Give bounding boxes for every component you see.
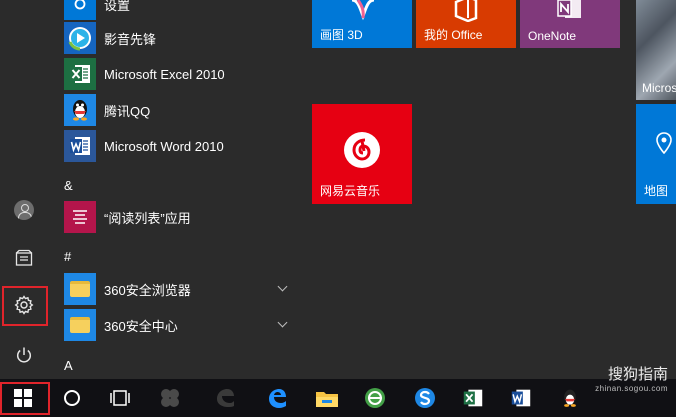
section-header-ampersand[interactable]: &: [64, 178, 73, 193]
list-item-360-browser-folder[interactable]: 360安全浏览器: [48, 271, 294, 307]
tile-label: 地图: [644, 184, 669, 198]
sogou-s-icon: [415, 388, 435, 408]
list-item-label: 360安全中心: [104, 318, 178, 334]
section-header-hash[interactable]: #: [64, 249, 71, 264]
netease-music-icon: [344, 132, 380, 168]
onenote-icon: [557, 0, 581, 18]
taskbar-pinned-app[interactable]: [155, 383, 185, 413]
list-item-label: 360安全浏览器: [104, 282, 191, 298]
chevron-down-icon: [277, 317, 288, 328]
browser-green-icon: [365, 388, 385, 408]
list-item-excel[interactable]: Microsoft Excel 2010: [48, 56, 294, 92]
user-avatar-icon: [14, 200, 34, 220]
tile-photos[interactable]: Micros: [636, 0, 676, 100]
tile-label: OneNote: [528, 29, 577, 43]
start-left-rail: [0, 0, 48, 379]
list-item-label: Microsoft Word 2010: [104, 138, 224, 154]
tile-label: 我的 Office: [424, 28, 483, 42]
tile-paint-3d[interactable]: 画图 3D: [312, 0, 412, 48]
map-pin-icon: [656, 132, 672, 154]
task-view-button[interactable]: [105, 383, 135, 413]
taskbar-green-browser[interactable]: [360, 383, 390, 413]
taskbar-word[interactable]: [506, 383, 536, 413]
section-header-a[interactable]: A: [64, 358, 73, 373]
settings-gear-icon: [64, 0, 96, 20]
taskbar-excel[interactable]: [458, 383, 488, 413]
tile-label: Micros: [642, 81, 676, 95]
folder-icon: [64, 309, 96, 341]
settings-highlight-box: [2, 286, 48, 326]
watermark-url: zhinan.sogou.com: [595, 384, 668, 393]
tile-maps[interactable]: 地图: [636, 104, 676, 204]
edge-icon: [269, 389, 286, 408]
file-explorer-icon: [316, 392, 338, 407]
reading-list-icon: [64, 201, 96, 233]
xfplay-icon: [64, 22, 96, 54]
tile-netease-music[interactable]: 网易云音乐: [312, 104, 412, 204]
list-item-label: Microsoft Excel 2010: [104, 66, 225, 82]
chevron-down-icon: [277, 281, 288, 292]
list-item-reading-list[interactable]: “阅读列表”应用: [48, 199, 294, 235]
pinned-app-icon: [161, 389, 179, 407]
list-item-qq[interactable]: 腾讯QQ: [48, 92, 294, 128]
list-item-word[interactable]: Microsoft Word 2010: [48, 128, 294, 164]
start-highlight-box: [0, 382, 50, 415]
tile-label: 网易云音乐: [320, 184, 381, 198]
paint-3d-icon: [351, 0, 375, 21]
tile-onenote[interactable]: OneNote: [520, 0, 620, 48]
power-button[interactable]: [0, 335, 48, 375]
watermark-text: 搜狗指南: [607, 366, 668, 383]
documents-icon: [15, 249, 33, 266]
excel-icon: [64, 58, 96, 90]
taskbar-sogou[interactable]: [410, 383, 440, 413]
tile-my-office[interactable]: 我的 Office: [416, 0, 516, 48]
task-view-icon: [110, 390, 130, 406]
qq-penguin-icon: [64, 94, 96, 126]
taskbar: [0, 379, 676, 417]
sogou-watermark: 搜狗指南 zhinan.sogou.com: [595, 363, 668, 393]
office-icon: [454, 0, 478, 22]
cortana-button[interactable]: [57, 383, 87, 413]
user-account-button[interactable]: [0, 190, 48, 230]
tile-area: 画图 3D 我的 Office OneNote Micros 网易云音乐 地图: [294, 0, 676, 379]
taskbar-file-explorer[interactable]: [312, 383, 342, 413]
word-icon: [64, 130, 96, 162]
qq-penguin-icon: [564, 389, 576, 407]
list-item-label: 设置: [104, 0, 131, 13]
taskbar-edge[interactable]: [262, 383, 292, 413]
list-item-label: “阅读列表”应用: [104, 210, 191, 226]
folder-icon: [64, 273, 96, 305]
list-item-label: 影音先锋: [104, 31, 157, 47]
documents-button[interactable]: [0, 238, 48, 278]
list-item-xfplay[interactable]: 影音先锋: [48, 20, 294, 56]
power-icon: [16, 347, 32, 363]
word-icon: [511, 389, 531, 407]
list-item-settings[interactable]: 设置: [48, 0, 294, 22]
excel-icon: [463, 389, 483, 407]
app-list: 设置 影音先锋 Microsoft Excel 2010 腾讯QQ Micros…: [48, 0, 294, 379]
taskbar-edge-ghost[interactable]: [210, 383, 240, 413]
edge-ghost-icon: [217, 389, 234, 407]
list-item-360-center-folder[interactable]: 360安全中心: [48, 307, 294, 343]
list-item-label: 腾讯QQ: [104, 103, 151, 119]
tile-label: 画图 3D: [320, 28, 363, 42]
taskbar-qq[interactable]: [555, 383, 585, 413]
cortana-circle-icon: [64, 390, 80, 406]
